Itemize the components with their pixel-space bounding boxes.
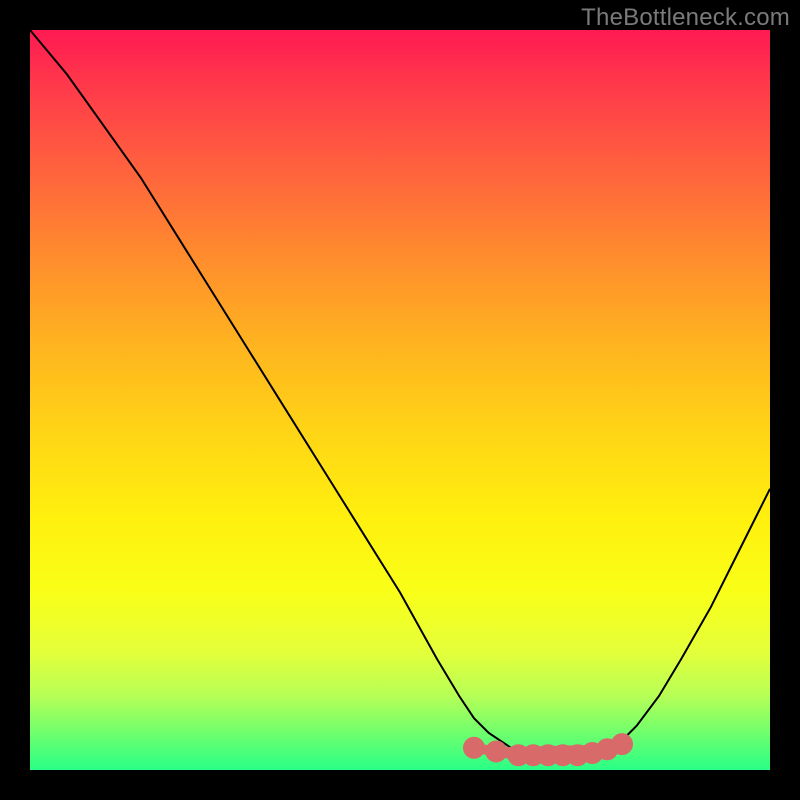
- chart-stage: TheBottleneck.com: [0, 0, 800, 800]
- watermark-text: TheBottleneck.com: [581, 4, 790, 32]
- highlight-beads: [468, 738, 628, 761]
- chart-svg: [30, 30, 770, 770]
- plot-area: [30, 30, 770, 770]
- bottleneck-curve: [30, 30, 770, 755]
